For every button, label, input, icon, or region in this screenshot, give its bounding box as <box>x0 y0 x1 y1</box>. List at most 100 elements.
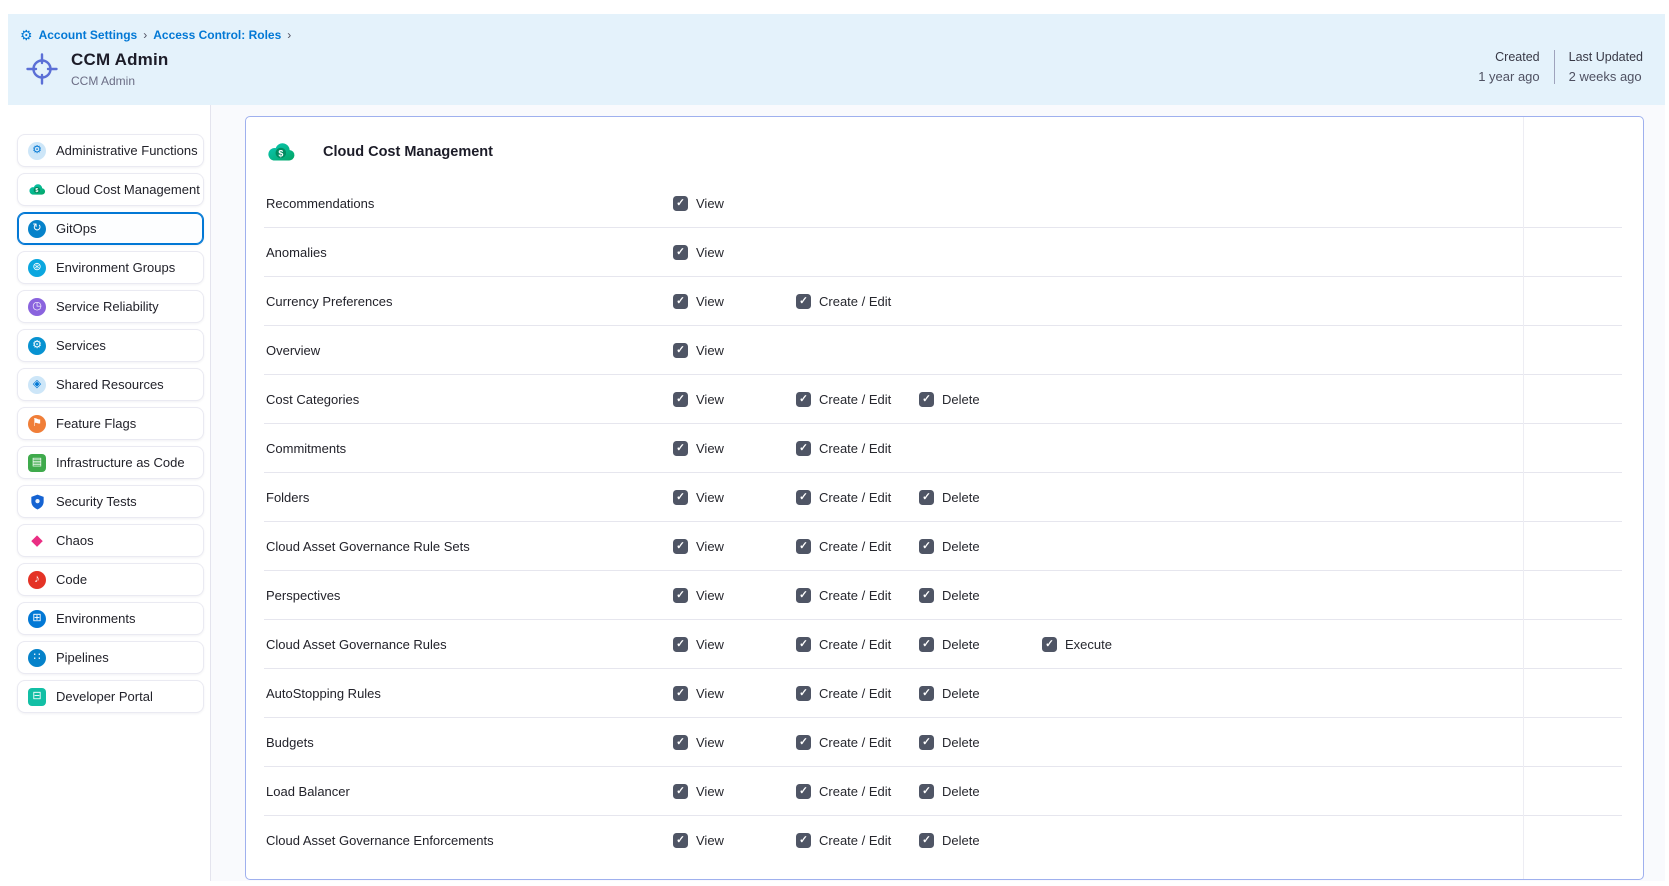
permission-view: ✓View <box>673 735 796 750</box>
environments-icon: ⊞ <box>28 610 46 628</box>
permission-label: Create / Edit <box>819 686 891 701</box>
checkbox-create-edit-checked[interactable]: ✓ <box>796 539 811 554</box>
sidebar-item-gitops[interactable]: ↻GitOps <box>17 212 204 245</box>
permission-label: View <box>696 245 724 260</box>
checkbox-create-edit-checked[interactable]: ✓ <box>796 833 811 848</box>
permission-label: View <box>696 392 724 407</box>
sidebar-item-label: Chaos <box>56 533 94 548</box>
permission-row: Cloud Asset Governance Rules✓View✓Create… <box>246 620 1643 668</box>
permission-label: View <box>696 784 724 799</box>
checkbox-view-checked[interactable]: ✓ <box>673 539 688 554</box>
sidebar-item-cloud-cost-management[interactable]: $Cloud Cost Management <box>17 173 204 206</box>
service-reliability-icon: ◷ <box>28 298 46 316</box>
breadcrumb-link[interactable]: Account Settings <box>39 28 138 42</box>
permission-label: View <box>696 294 724 309</box>
sidebar-item-label: Administrative Functions <box>56 143 198 158</box>
permission-delete: ✓ Delete <box>919 686 1042 701</box>
checkbox-view-checked[interactable]: ✓ <box>673 196 688 211</box>
checkbox-view-checked[interactable]: ✓ <box>673 833 688 848</box>
checkbox-delete-checked[interactable]: ✓ <box>919 833 934 848</box>
resource-name: AutoStopping Rules <box>266 686 673 701</box>
permission-label: View <box>696 343 724 358</box>
sidebar-item-security-tests[interactable]: Security Tests <box>17 485 204 518</box>
checkbox-delete-checked[interactable]: ✓ <box>919 735 934 750</box>
checkbox-create-edit-checked[interactable]: ✓ <box>796 588 811 603</box>
checkbox-view-checked[interactable]: ✓ <box>673 245 688 260</box>
permission-row: Folders✓View✓Create / Edit✓Delete <box>246 473 1643 521</box>
permission-view: ✓View <box>673 490 796 505</box>
sidebar-item-infrastructure-as-code[interactable]: ▤ Infrastructure as Code <box>17 446 204 479</box>
permission-view: ✓ View <box>673 294 796 309</box>
permission-label: Delete <box>942 686 980 701</box>
checkbox-view-checked[interactable]: ✓ <box>673 490 688 505</box>
checkbox-create-edit-checked[interactable]: ✓ <box>796 441 811 456</box>
permission-label: Create / Edit <box>819 637 891 652</box>
last-updated-label: Last Updated <box>1569 50 1643 64</box>
sidebar-item-developer-portal[interactable]: ⊟Developer Portal <box>17 680 204 713</box>
sidebar-item-chaos[interactable]: ◆Chaos <box>17 524 204 557</box>
sidebar-item-shared-resources[interactable]: ◈Shared Resources <box>17 368 204 401</box>
permission-row: Anomalies✓View <box>246 228 1643 276</box>
breadcrumb-link[interactable]: Access Control: Roles <box>153 28 281 42</box>
resource-name: Commitments <box>266 441 673 456</box>
resource-name: Cloud Asset Governance Rules <box>266 637 673 652</box>
checkbox-delete-checked[interactable]: ✓ <box>919 686 934 701</box>
resource-name: Cloud Asset Governance Rule Sets <box>266 539 673 554</box>
checkbox-create-edit-checked[interactable]: ✓ <box>796 637 811 652</box>
checkbox-create-edit-checked[interactable]: ✓ <box>796 686 811 701</box>
permission-row: Currency Preferences✓View✓Create / Edit <box>246 277 1643 325</box>
permission-row: Load Balancer✓View✓Create / Edit✓Delete <box>246 767 1643 815</box>
sidebar-item-feature-flags[interactable]: ⚑Feature Flags <box>17 407 204 440</box>
sidebar-item-label: Pipelines <box>56 650 109 665</box>
checkbox-delete-checked[interactable]: ✓ <box>919 392 934 407</box>
checkbox-view-checked[interactable]: ✓ <box>673 637 688 652</box>
cloud-dollar-icon: $ <box>266 139 296 165</box>
sidebar-item-administrative-functions[interactable]: ⚙ Administrative Functions <box>17 134 204 167</box>
checkbox-create-edit-checked[interactable]: ✓ <box>796 735 811 750</box>
checkbox-delete-checked[interactable]: ✓ <box>919 490 934 505</box>
administrative-functions-icon: ⚙ <box>28 142 46 160</box>
checkbox-create-edit-checked[interactable]: ✓ <box>796 490 811 505</box>
checkbox-view-checked[interactable]: ✓ <box>673 735 688 750</box>
module-sidebar: ⚙ Administrative Functions $Cloud Cost Man… <box>8 105 211 881</box>
sidebar-item-label: Service Reliability <box>56 299 159 314</box>
sidebar-item-code[interactable]: ♪Code <box>17 563 204 596</box>
module-title: Cloud Cost Management <box>323 144 493 160</box>
checkbox-delete-checked[interactable]: ✓ <box>919 784 934 799</box>
permission-row: Budgets✓View✓Create / Edit✓Delete <box>246 718 1643 766</box>
checkbox-view-checked[interactable]: ✓ <box>673 392 688 407</box>
permission-label: Delete <box>942 637 980 652</box>
permission-label: Delete <box>942 735 980 750</box>
resource-name: Perspectives <box>266 588 673 603</box>
resource-name: Folders <box>266 490 673 505</box>
sidebar-item-pipelines[interactable]: ∷Pipelines <box>17 641 204 674</box>
sidebar-item-label: Infrastructure as Code <box>56 455 185 470</box>
checkbox-delete-checked[interactable]: ✓ <box>919 637 934 652</box>
checkbox-create-edit-checked[interactable]: ✓ <box>796 294 811 309</box>
sidebar-item-environment-groups[interactable]: ⊛Environment Groups <box>17 251 204 284</box>
checkbox-create-edit-checked[interactable]: ✓ <box>796 392 811 407</box>
permission-label: Execute <box>1065 637 1112 652</box>
checkbox-view-checked[interactable]: ✓ <box>673 588 688 603</box>
checkbox-create-edit-checked[interactable]: ✓ <box>796 784 811 799</box>
sidebar-item-services[interactable]: ⚙Services <box>17 329 204 362</box>
permission-execute: ✓ Execute <box>1042 637 1165 652</box>
sidebar-item-service-reliability[interactable]: ◷ Service Reliability <box>17 290 204 323</box>
security-tests-icon <box>28 493 46 511</box>
checkbox-execute-checked[interactable]: ✓ <box>1042 637 1057 652</box>
permission-create-edit: ✓ Create / Edit <box>796 637 919 652</box>
breadcrumb-separator: › <box>287 28 291 42</box>
permission-row: Commitments✓View✓Create / Edit <box>246 424 1643 472</box>
permission-view: ✓ View <box>673 392 796 407</box>
checkbox-view-checked[interactable]: ✓ <box>673 294 688 309</box>
checkbox-view-checked[interactable]: ✓ <box>673 441 688 456</box>
checkbox-delete-checked[interactable]: ✓ <box>919 539 934 554</box>
checkbox-view-checked[interactable]: ✓ <box>673 784 688 799</box>
infrastructure-as-code-icon: ▤ <box>28 454 46 472</box>
permission-label: Create / Edit <box>819 735 891 750</box>
checkbox-view-checked[interactable]: ✓ <box>673 343 688 358</box>
permission-view: ✓ View <box>673 245 796 260</box>
checkbox-view-checked[interactable]: ✓ <box>673 686 688 701</box>
checkbox-delete-checked[interactable]: ✓ <box>919 588 934 603</box>
sidebar-item-environments[interactable]: ⊞Environments <box>17 602 204 635</box>
